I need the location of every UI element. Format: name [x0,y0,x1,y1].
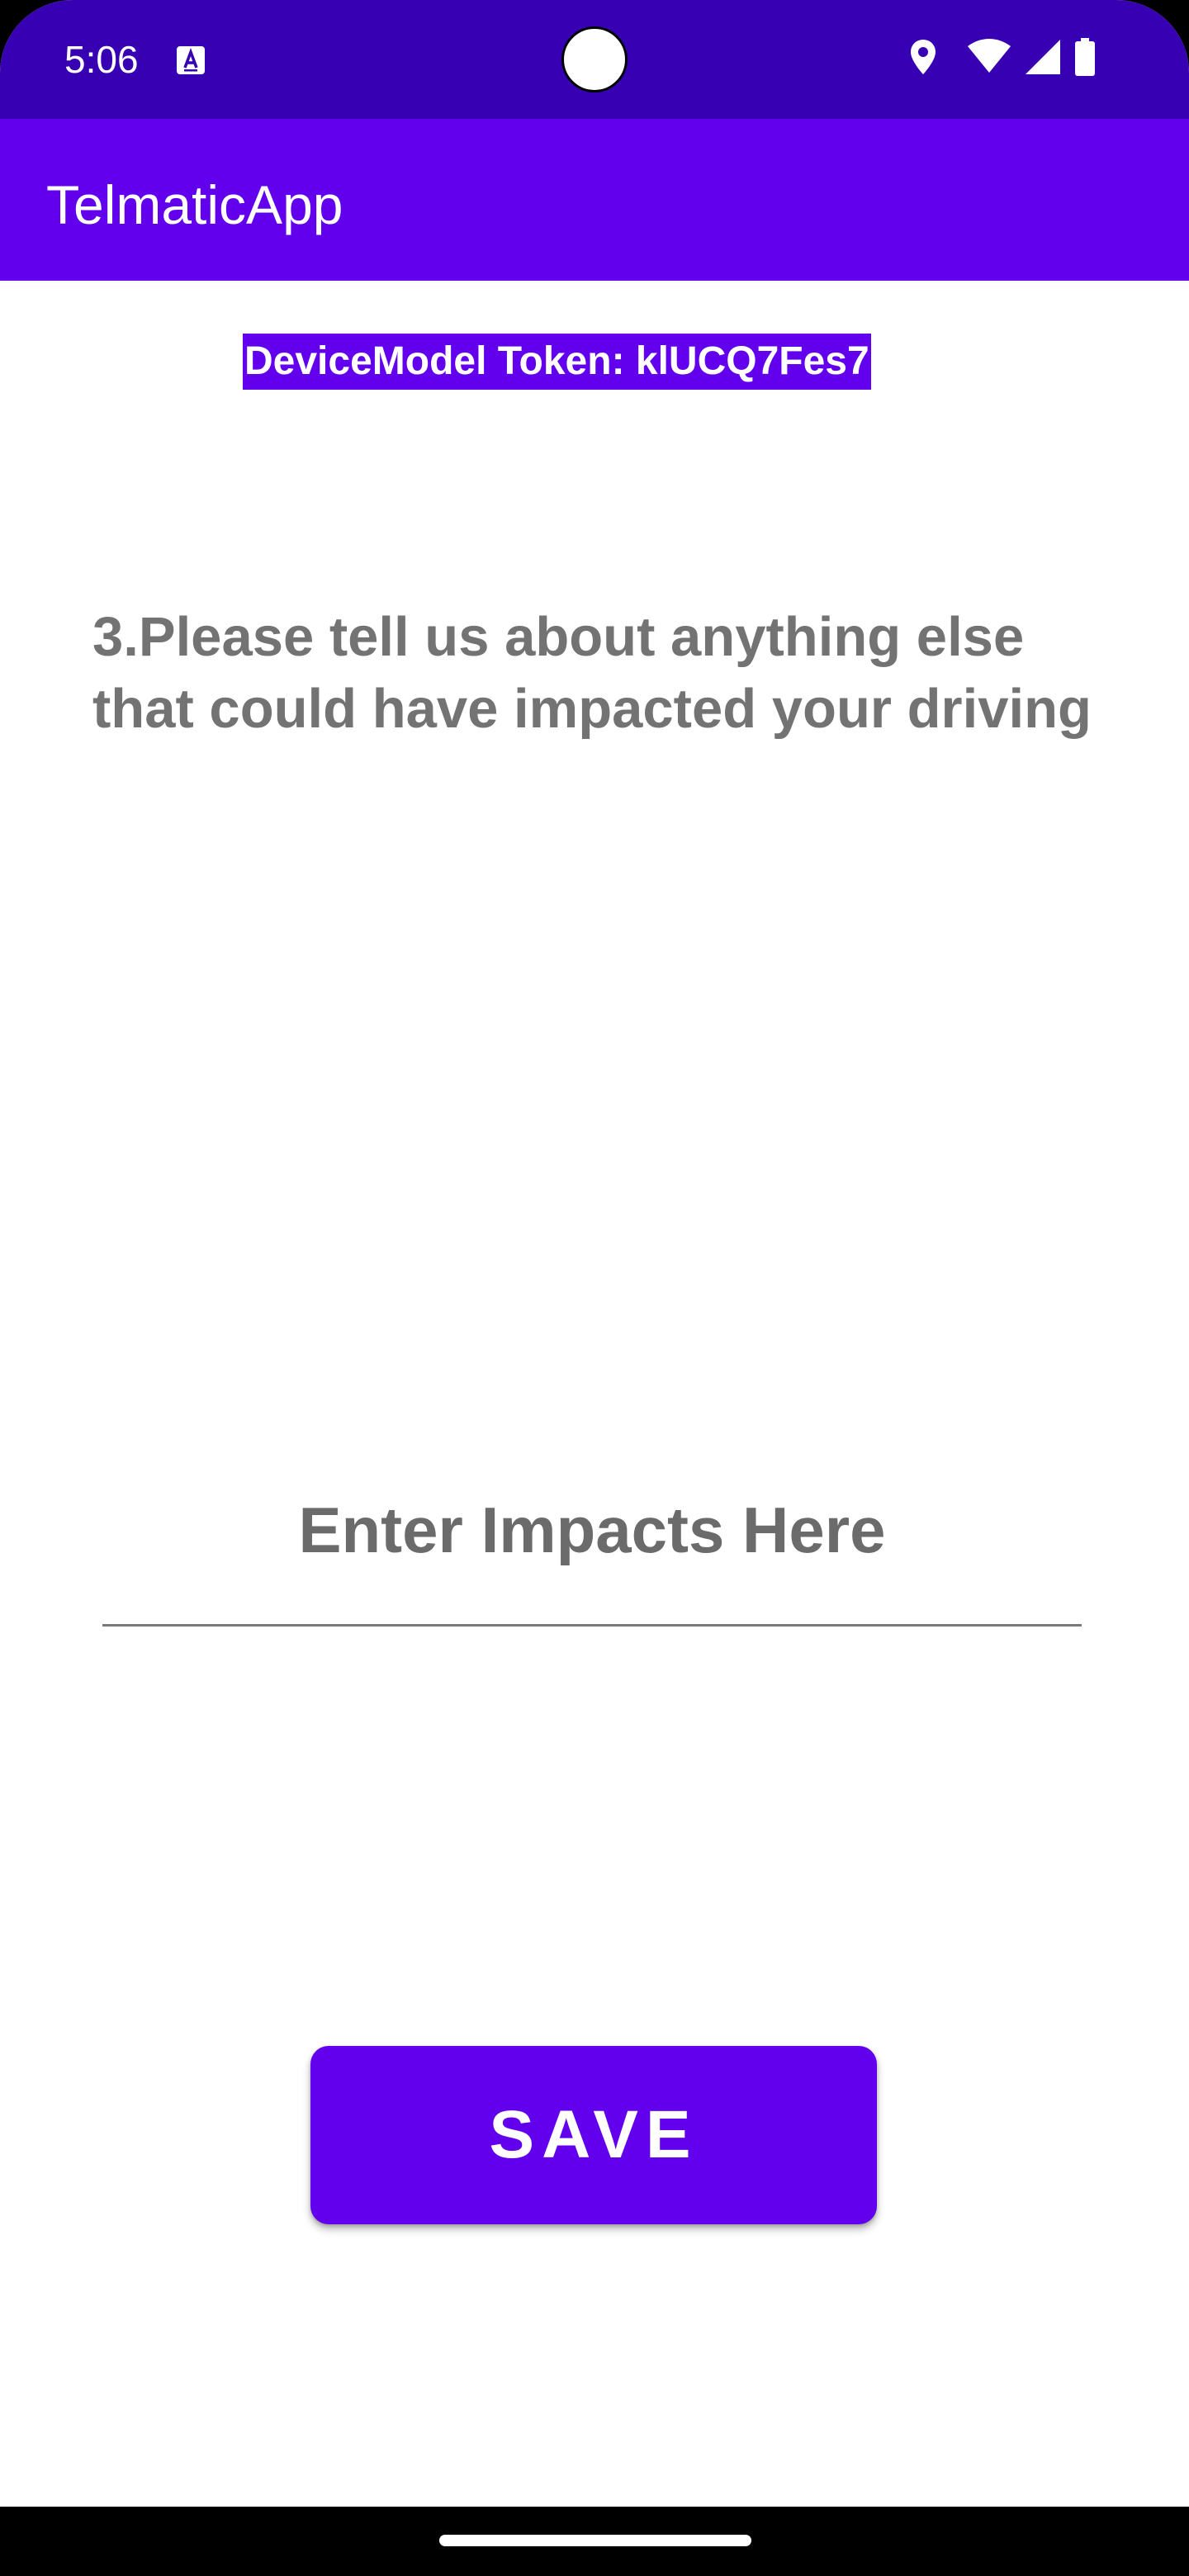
status-icons [908,38,1156,81]
device-token-label: DeviceModel Token: klUCQ7Fes7 [243,334,871,390]
app-bar: TelmaticApp [0,119,1189,281]
save-button[interactable]: SAVE [310,2046,877,2224]
camera-cutout [561,26,628,92]
app-screen: 5:06 TelmaticApp DeviceModel Token: klUC… [0,0,1189,2507]
app-title: TelmaticApp [46,174,343,235]
navigation-bar [0,2507,1189,2576]
notification-a-icon [175,45,206,76]
impacts-input[interactable] [102,1437,1082,1627]
status-bar: 5:06 [0,0,1189,119]
question-text: 3.Please tell us about anything else tha… [92,606,1092,740]
status-time: 5:06 [64,38,139,81]
home-gesture-handle[interactable] [439,2535,751,2546]
